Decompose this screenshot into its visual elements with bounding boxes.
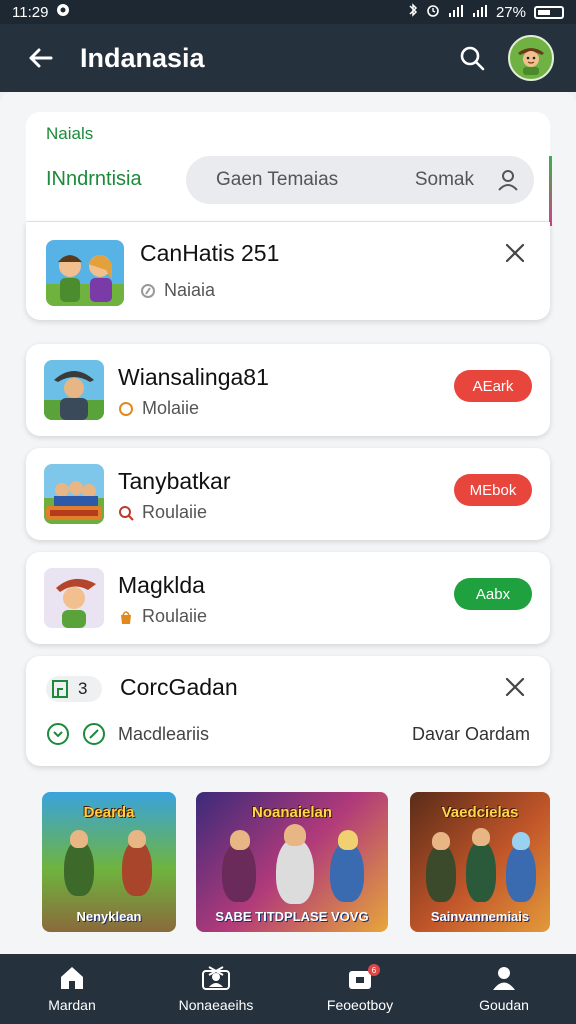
region-selector[interactable]: INndrntisia xyxy=(46,168,142,191)
signal-icon-2 xyxy=(472,4,488,21)
featured-banners: Dearda Nenyklean Noanaielan SABE TITDPLA… xyxy=(0,792,576,942)
circle-icon xyxy=(119,401,133,416)
search-small-icon xyxy=(119,505,134,521)
banner-caption: Sainvannemiais xyxy=(430,909,530,924)
profile-card-icon xyxy=(202,966,230,990)
page-title: Indanasia xyxy=(80,42,205,73)
list-item[interactable]: Wiansalinga81 Molaiie AEark xyxy=(26,344,550,436)
close-button[interactable] xyxy=(500,672,530,702)
active-game-card[interactable]: CanHatis 251 Naiaia xyxy=(26,222,550,320)
alarm-icon xyxy=(426,3,440,21)
item-subtitle-text: Roulaiie xyxy=(142,502,208,522)
banner-caption: Nenyklean xyxy=(76,909,142,924)
game-thumbnail xyxy=(44,464,104,524)
bookmark-icon xyxy=(52,680,68,698)
back-button[interactable] xyxy=(0,24,80,92)
chevron-down-circle-icon[interactable] xyxy=(46,722,70,746)
item-title: Magklda xyxy=(118,572,205,598)
action-button[interactable]: Aabx xyxy=(454,578,532,610)
game-thumbnail xyxy=(44,360,104,420)
action-button[interactable]: AEark xyxy=(454,370,532,402)
summary-title: CorcGadan xyxy=(120,674,238,700)
game-title: CanHatis 251 xyxy=(140,240,280,266)
item-title: Wiansalinga81 xyxy=(118,364,269,390)
close-icon xyxy=(505,677,525,697)
banner-title: Dearda xyxy=(83,804,135,821)
summary-meta: Macdleariis xyxy=(46,722,209,746)
sort-filter-text[interactable]: Somak xyxy=(415,169,474,191)
avatar[interactable] xyxy=(508,35,554,81)
banner-title: Vaedcielas xyxy=(441,804,519,821)
nav-item-profile-card[interactable]: Nonaeaeihs xyxy=(144,954,288,1024)
check-circle-icon[interactable] xyxy=(82,722,106,746)
badge-count: 3 xyxy=(78,679,88,698)
game-subtitle: Naiaia xyxy=(140,280,215,301)
avatar-character-icon xyxy=(518,48,544,75)
game-thumbnail xyxy=(46,240,124,306)
status-bar: 11:29 27% xyxy=(0,0,576,24)
action-button[interactable]: MEbok xyxy=(454,474,532,506)
item-subtitle: Molaiie xyxy=(118,398,199,419)
banner-title: Noanaielan xyxy=(251,804,333,821)
search-filter-bar[interactable]: Gaen Temaias Somak xyxy=(186,156,534,204)
filter-card: Naials INndrntisia Gaen Temaias Somak xyxy=(26,112,552,226)
bluetooth-icon xyxy=(408,3,418,21)
signal-icon xyxy=(448,4,464,21)
item-subtitle-text: Molaiie xyxy=(142,398,200,418)
list-item[interactable]: Magklda Roulaiie Aabx xyxy=(26,552,550,644)
nav-item-store[interactable]: 6 Feoeotboy xyxy=(288,954,432,1024)
banner-card[interactable]: Dearda Nenyklean xyxy=(42,792,176,932)
banner-card[interactable]: Noanaielan SABE TITDPLASE VOVG xyxy=(196,792,388,932)
search-filter-text: Gaen Temaias xyxy=(216,169,339,190)
game-subtitle-text: Naiaia xyxy=(164,280,216,300)
summary-meta-right[interactable]: Davar Oardam xyxy=(412,724,530,745)
close-button[interactable] xyxy=(500,238,530,268)
app-bar: Indanasia xyxy=(0,24,576,92)
bag-icon xyxy=(121,610,131,624)
nav-item-home[interactable]: Mardan xyxy=(0,954,144,1024)
nav-label: Nonaeaeihs xyxy=(178,997,254,1013)
search-button[interactable] xyxy=(442,24,502,92)
filter-label: Naials xyxy=(46,124,94,143)
close-icon xyxy=(505,243,525,263)
bottom-nav: Mardan Nonaeaeihs 6 Feoeotboy Goudan xyxy=(0,954,576,1024)
banner-caption: SABE TITDPLASE VOVG xyxy=(215,909,369,924)
content-area: Naials INndrntisia Gaen Temaias Somak Ca… xyxy=(0,92,576,954)
home-icon xyxy=(61,967,83,989)
nav-item-person[interactable]: Goudan xyxy=(432,954,576,1024)
status-time: 11:29 xyxy=(12,3,49,21)
arrow-left-icon xyxy=(29,48,53,68)
summary-meta-label: Macdleariis xyxy=(118,723,210,744)
battery-percent: 27% xyxy=(495,3,526,21)
notification-badge: 6 xyxy=(368,964,380,976)
count-badge: 3 xyxy=(46,676,102,702)
item-title: Tanybatkar xyxy=(118,468,231,494)
search-icon xyxy=(460,46,485,71)
nav-label: Mardan xyxy=(48,997,96,1013)
item-subtitle-text: Roulaiie xyxy=(142,606,208,626)
list-item[interactable]: Tanybatkar Roulaiie MEbok xyxy=(26,448,550,540)
game-thumbnail xyxy=(44,568,104,628)
item-subtitle: Roulaiie xyxy=(118,502,207,523)
nav-label: Feoeotboy xyxy=(326,997,394,1013)
user-icon[interactable] xyxy=(496,168,520,192)
item-subtitle: Roulaiie xyxy=(118,606,207,627)
nav-label: Goudan xyxy=(479,997,529,1013)
summary-card[interactable]: 3 CorcGadan Macdleariis Davar Oardam xyxy=(26,656,550,766)
person-icon xyxy=(493,967,515,990)
status-icon xyxy=(141,283,155,298)
banner-card[interactable]: Vaedcielas Sainvannemiais xyxy=(410,792,550,932)
battery-icon xyxy=(534,5,564,19)
notification-icon xyxy=(56,3,70,21)
scroll-indicator xyxy=(549,156,552,226)
